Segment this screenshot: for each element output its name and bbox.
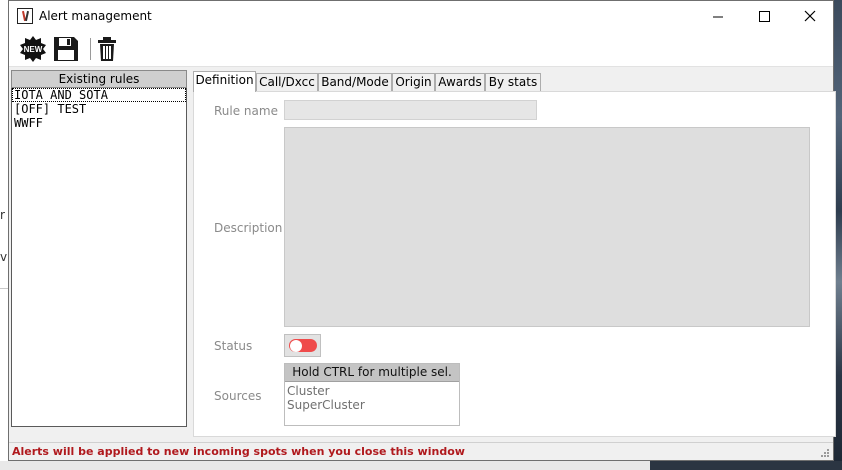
background-text-fragment: r: [0, 208, 5, 222]
source-item-cluster[interactable]: Cluster: [287, 384, 330, 398]
trash-icon: [98, 37, 116, 61]
description-label: Description: [214, 221, 283, 235]
window-title: Alert management: [39, 9, 152, 23]
rule-name-label: Rule name: [214, 104, 278, 118]
maximize-button[interactable]: [741, 1, 787, 32]
definition-tab-content: Rule name Description Status Sources Hol…: [193, 91, 836, 437]
close-button[interactable]: [787, 1, 833, 32]
rule-list-item[interactable]: WWFF: [12, 116, 186, 130]
resize-grip-icon[interactable]: [820, 448, 830, 458]
toolbar: NEW: [9, 32, 833, 67]
background-text-fragment: v: [0, 250, 8, 264]
title-bar[interactable]: Alert management: [9, 1, 833, 32]
status-message: Alerts will be applied to new incoming s…: [12, 445, 465, 458]
sources-listbox[interactable]: Hold CTRL for multiple sel. Cluster Supe…: [284, 363, 460, 426]
description-textarea[interactable]: [284, 127, 810, 327]
rule-list-item[interactable]: IOTA AND SOTA: [12, 88, 186, 102]
sources-label: Sources: [214, 389, 262, 403]
new-badge-text: NEW: [24, 45, 43, 54]
minimize-button[interactable]: [695, 1, 741, 32]
rule-name-input[interactable]: [284, 100, 537, 120]
existing-rules-header: Existing rules: [11, 70, 187, 88]
tab-awards[interactable]: Awards: [435, 73, 485, 91]
save-floppy-icon: [54, 37, 78, 61]
maximize-icon: [759, 11, 770, 22]
save-button[interactable]: [52, 35, 80, 63]
existing-rules-list[interactable]: IOTA AND SOTA [OFF] TEST WWFF: [11, 88, 187, 427]
tab-call-dxcc[interactable]: Call/Dxcc: [256, 73, 318, 91]
tab-by-stats[interactable]: By stats: [485, 73, 541, 91]
status-toggle-knob: [290, 340, 302, 352]
new-icon: NEW: [20, 36, 46, 62]
status-toggle[interactable]: [284, 334, 321, 357]
rule-list-item[interactable]: [OFF] TEST: [12, 102, 186, 116]
status-label: Status: [214, 339, 253, 353]
app-icon: [17, 8, 33, 24]
alert-management-window: Alert management NEW Existing rules IOTA…: [8, 0, 836, 461]
new-rule-button[interactable]: NEW: [19, 35, 47, 63]
existing-rules-panel: Existing rules IOTA AND SOTA [OFF] TEST …: [11, 70, 187, 427]
background-bottom: [0, 461, 842, 470]
toolbar-separator: [90, 38, 91, 60]
tab-band-mode[interactable]: Band/Mode: [318, 73, 392, 91]
source-item-supercluster[interactable]: SuperCluster: [287, 398, 365, 412]
delete-rule-button[interactable]: [93, 35, 121, 63]
sources-hint-header: Hold CTRL for multiple sel.: [285, 364, 459, 382]
close-icon: [804, 10, 816, 22]
status-bar: Alerts will be applied to new incoming s…: [9, 442, 833, 460]
tab-origin[interactable]: Origin: [392, 73, 435, 91]
minimize-icon: [713, 16, 723, 18]
rule-tabs: Definition Call/Dxcc Band/Mode Origin Aw…: [193, 71, 553, 92]
tab-definition[interactable]: Definition: [193, 71, 256, 92]
